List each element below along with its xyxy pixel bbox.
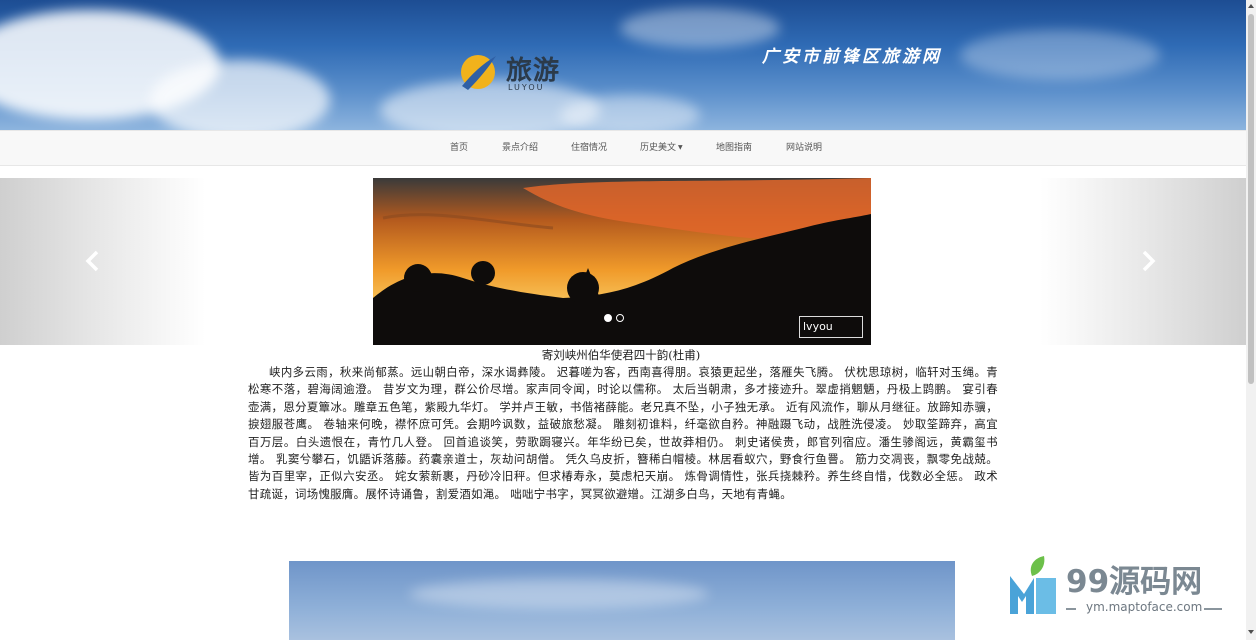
banner-cloud: [560, 95, 700, 130]
logo-icon: [461, 55, 496, 90]
main-navbar: 首页 景点介绍 住宿情况 历史美文 ▼ 地图指南 网站说明: [0, 130, 1246, 166]
nav-item-label: 首页: [450, 143, 469, 153]
banner-cloud: [150, 60, 330, 130]
nav-item-history-essays[interactable]: 历史美文 ▼: [640, 131, 683, 165]
caret-down-icon: ▼: [678, 144, 683, 151]
nav-item-scenic-spots[interactable]: 景点介绍: [502, 131, 538, 165]
site-title: 广安市前锋区旅游网: [762, 47, 942, 67]
scenery-image: [289, 561, 955, 640]
banner-cloud: [960, 30, 1160, 80]
site-logo[interactable]: 旅游 LUYOU: [458, 50, 568, 95]
nav-item-home[interactable]: 首页: [450, 131, 468, 165]
chevron-left-icon: [85, 250, 99, 272]
watermark-logo-icon: [1010, 556, 1056, 614]
poem-article: 寄刘峡州伯华使君四十韵(杜甫) 峡内多云雨，秋来尚郁蒸。远山朝白帝，深水谒彝陵。…: [248, 346, 998, 503]
logo-text: 旅游: [506, 56, 561, 86]
poem-title: 寄刘峡州伯华使君四十韵(杜甫): [541, 348, 701, 362]
watermark-url: ym.maptoface.com: [1086, 600, 1203, 614]
nav-item-label: 景点介绍: [502, 143, 539, 153]
page-scrollbar[interactable]: [1246, 0, 1256, 640]
poem-body: 峡内多云雨，秋来尚郁蒸。远山朝白帝，深水谒彝陵。 迟暮嗟为客，西南喜得朋。哀猿更…: [248, 365, 998, 501]
watermark-rule: [1204, 608, 1222, 610]
nav-item-accommodation[interactable]: 住宿情况: [571, 131, 607, 165]
carousel-prev-button[interactable]: [0, 178, 373, 345]
scroll-up-arrow-icon[interactable]: [1248, 2, 1254, 10]
watermark-title: 99源码网: [1066, 564, 1203, 600]
logo-subtext: LUYOU: [508, 83, 545, 92]
nav-item-site-info[interactable]: 网站说明: [786, 131, 822, 165]
source-watermark: 99源码网 ym.maptoface.com: [1006, 556, 1246, 620]
carousel-dot-1[interactable]: [604, 314, 612, 322]
image-cloud: [409, 579, 709, 609]
nav-item-label: 历史美文: [640, 143, 677, 153]
image-carousel: lvyou: [0, 178, 1246, 345]
header-banner: 旅游 LUYOU 广安市前锋区旅游网: [0, 0, 1246, 130]
carousel-dot-2[interactable]: [616, 314, 624, 322]
chevron-right-icon: [1142, 250, 1156, 272]
watermark-rule: [1066, 608, 1076, 610]
nav-item-label: 网站说明: [786, 143, 823, 153]
scrollbar-thumb[interactable]: [1248, 14, 1254, 384]
nav-item-map-guide[interactable]: 地图指南: [716, 131, 752, 165]
slide-watermark: lvyou: [799, 316, 863, 338]
scroll-down-arrow-icon[interactable]: [1248, 628, 1254, 636]
nav-item-label: 住宿情况: [571, 143, 608, 153]
nav-item-label: 地图指南: [716, 143, 753, 153]
banner-cloud: [620, 8, 780, 48]
carousel-next-button[interactable]: [871, 178, 1246, 345]
